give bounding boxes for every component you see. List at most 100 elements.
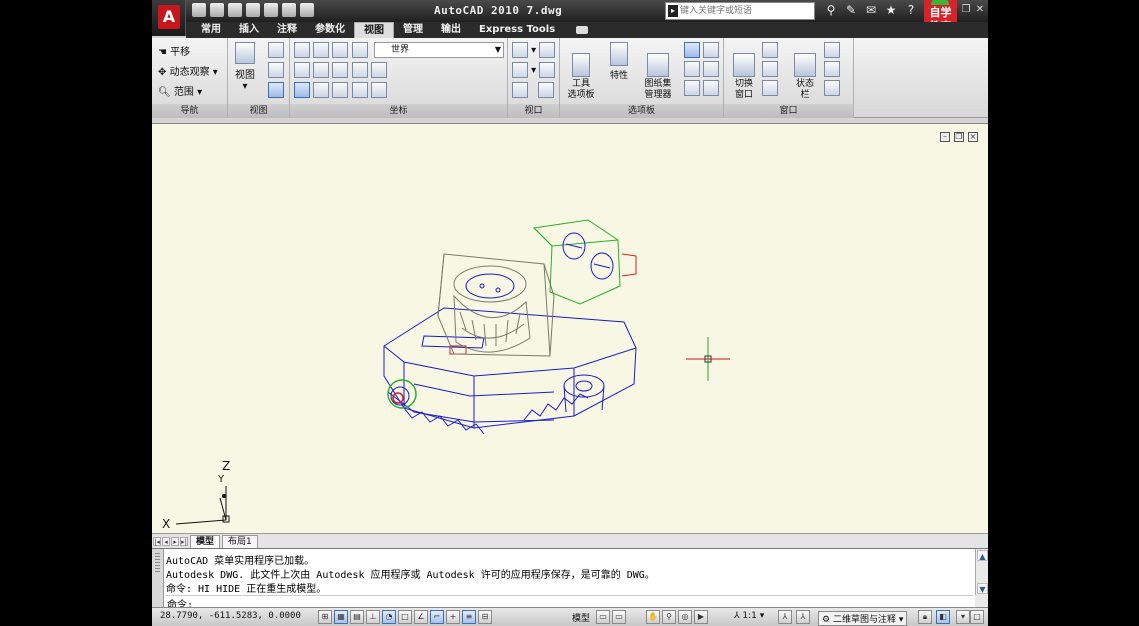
ucs-world-icon[interactable] [351,82,368,98]
polar-tracking-icon[interactable]: ◔ [382,610,396,624]
isolate-objects-icon[interactable]: ◧ [936,610,950,624]
ucs-origin-icon[interactable] [294,62,310,78]
favorites-star-icon[interactable]: ★ [884,3,898,17]
ucs-view-icon[interactable] [332,42,349,58]
quick-view-layouts-icon[interactable]: ▭ [596,610,610,624]
pan-status-icon[interactable]: ✋ [646,610,660,624]
drawing-area[interactable]: – ❐ × X Y Z [152,123,988,533]
workspace-switch[interactable]: ⚙ 二维草图与注释 ▾ [818,611,908,626]
text-window-icon[interactable] [824,80,840,96]
camera-button[interactable] [268,62,284,78]
steering-wheel-icon[interactable]: ◎ [678,610,692,624]
ribbon-minimize-icon[interactable] [576,26,589,34]
close-drawing-icon[interactable]: × [968,132,978,142]
properties-button[interactable]: 特性 [606,42,632,81]
ucs-z-icon[interactable] [332,82,349,98]
command-scrollbar[interactable]: ▲ ▼ [975,549,988,597]
coordinate-readout[interactable]: 28.7790, -611.5283, 0.0000 [160,611,301,621]
save-icon[interactable] [228,3,242,17]
search-input[interactable] [680,4,812,18]
switch-window-button[interactable]: 切换 窗口 [728,42,760,101]
minimize-drawing-icon[interactable]: – [940,132,950,142]
view-dropdown-button[interactable]: 视图 ▾ [232,42,258,92]
ucs-3point-icon[interactable] [332,62,349,78]
quick-view-drawings-icon[interactable]: ▭ [612,610,626,624]
lineweight-icon[interactable]: ≡ [462,610,476,624]
tool-palettes-button[interactable]: 工具 选项板 [564,42,598,101]
viewport-object-icon[interactable] [512,82,528,98]
showmotion-icon[interactable]: ▶ [694,610,708,624]
scroll-up-icon[interactable]: ▲ [977,550,988,561]
undo-icon[interactable] [246,3,260,17]
command-line-grip[interactable] [152,549,164,608]
tab-view[interactable]: 视图 [354,22,394,38]
restore-icon[interactable]: ❐ [960,3,972,17]
viewport-convert-icon[interactable] [537,82,554,98]
tab-output[interactable]: 输出 [432,22,470,38]
first-tab-icon[interactable]: |◂ [153,536,161,546]
ucs-apply-icon[interactable] [370,82,387,98]
tab-annotate[interactable]: 注释 [268,22,306,38]
help-icon[interactable]: ? [904,3,918,17]
annotation-scale[interactable]: ⅄ 1:1 ▾ [734,611,764,621]
search-arrow-icon[interactable]: ▸ [668,5,678,17]
object-snap-tracking-icon[interactable]: ∠ [414,610,428,624]
ortho-icon[interactable]: ⊥ [366,610,380,624]
annotation-visibility-icon[interactable]: ⅄ [778,610,792,624]
subscription-icon[interactable]: ✎ [844,3,858,17]
design-center-icon[interactable] [684,42,700,58]
new-file-icon[interactable] [192,3,206,17]
markup-icon[interactable] [703,42,720,58]
zoom-extents-button[interactable]: 🔍︎ 范围 ▾ [158,83,202,98]
tab-layout1[interactable]: 布局1 [222,534,258,548]
snap-mode-icon[interactable]: ▦ [334,610,348,624]
viewport-clip-icon[interactable] [512,62,528,78]
model-space-toggle[interactable]: 模型 [572,611,590,624]
viewport-config-icon[interactable] [512,42,528,58]
statusbar-toggle-button[interactable]: 状态 栏 [790,42,820,101]
tab-manage[interactable]: 管理 [394,22,432,38]
prev-tab-icon[interactable]: ◂ [162,536,170,546]
grid-icon[interactable]: ▤ [350,610,364,624]
lock-icon[interactable] [703,80,720,96]
dynamic-ucs-icon[interactable]: ⌐ [430,610,444,624]
tile-vertical-icon[interactable] [762,61,778,77]
named-views-button[interactable] [268,42,284,58]
zoom-status-icon[interactable]: ⚲ [662,610,676,624]
binoculars-icon[interactable]: ⚲ [824,3,838,17]
tab-model[interactable]: 模型 [190,534,221,548]
ucs-icon[interactable] [294,42,310,58]
ucs-previous-icon[interactable] [351,42,368,58]
ucs-zaxis-icon[interactable] [313,62,330,78]
scroll-down-icon[interactable]: ▼ [977,583,988,594]
cascade-icon[interactable] [762,80,778,96]
infer-constraints-icon[interactable]: ⊞ [318,610,332,624]
visual-style-button[interactable] [268,82,284,98]
communication-icon[interactable]: ✉ [864,3,878,17]
ucs-y-icon[interactable] [370,62,387,78]
qat-dropdown-icon[interactable] [300,3,314,17]
vise-3d-model[interactable] [374,216,664,446]
application-menu-button[interactable]: A [152,0,186,36]
clean-screen-icon[interactable]: □ [970,610,984,624]
sheet-set-manager-button[interactable]: 图纸集 管理器 [640,42,676,101]
lock-ui-icon[interactable]: 🔒︎ [918,610,932,624]
quickcalc-icon[interactable] [684,61,700,77]
tile-horizontal-icon[interactable] [762,42,778,58]
quick-properties-icon[interactable]: ⊟ [478,610,492,624]
plot-icon[interactable] [282,3,296,17]
command-line-icon[interactable] [684,80,700,96]
pan-button[interactable]: ☚ 平移 [158,43,190,58]
dbconnect-icon[interactable] [703,61,720,77]
tab-home[interactable]: 常用 [192,22,230,38]
ucs-object-icon[interactable] [294,82,310,98]
viewport-named-icon[interactable] [539,42,556,58]
auto-scale-icon[interactable]: ⅄ [796,610,810,624]
tab-insert[interactable]: 插入 [230,22,268,38]
redo-icon[interactable] [264,3,278,17]
last-tab-icon[interactable]: ▸| [180,536,188,546]
ui-settings-icon[interactable] [824,42,840,58]
orbit-button[interactable]: ✥ 动态观察 ▾ [158,63,218,78]
tab-parametric[interactable]: 参数化 [306,22,354,38]
ucs-combo[interactable]: 世界 ▼ [374,42,504,58]
